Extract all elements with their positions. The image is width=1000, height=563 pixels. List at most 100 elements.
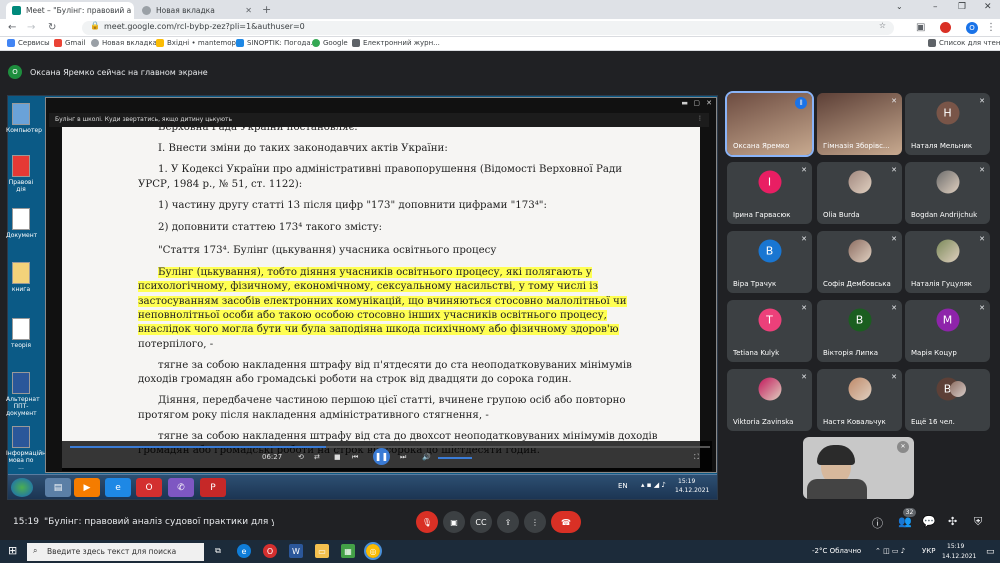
- participant-tile[interactable]: ✕ Bogdan Andrijchuk: [905, 162, 990, 224]
- bookmark-services[interactable]: Сервисы: [7, 39, 50, 47]
- present-button[interactable]: ⇪: [497, 511, 519, 533]
- maximize-button[interactable]: ❐: [958, 2, 966, 12]
- url-bar[interactable]: 🔒 meet.google.com/rcl-bybp-zez?pli=1&aut…: [82, 21, 894, 35]
- desktop-icon-6[interactable]: Інформаційна мова по ...: [6, 426, 50, 471]
- viber-icon[interactable]: ✆: [168, 478, 194, 497]
- minimize-button[interactable]: –: [933, 2, 938, 12]
- bookmark-sinoptik[interactable]: SINOPTIK: Погода...: [236, 39, 317, 47]
- reload-icon[interactable]: ↻: [48, 22, 56, 33]
- close-window-button[interactable]: ✕: [984, 2, 992, 12]
- document-line: внаслідок чого могла бути чи була заподі…: [138, 324, 619, 335]
- reading-list[interactable]: Список для чтения: [928, 39, 1000, 47]
- tray-icons[interactable]: ⌃ ◫ ▭ ♪: [875, 547, 905, 555]
- self-view[interactable]: ✕: [803, 437, 914, 499]
- more-options-button[interactable]: ⋮: [524, 511, 546, 533]
- chat-icon[interactable]: 💬: [922, 515, 936, 528]
- presenter-banner: О Оксана Яремко сейчас на главном экране: [8, 61, 258, 83]
- volume-slider[interactable]: [438, 457, 472, 459]
- participant-tile[interactable]: ✕ Настя Ковальчук: [817, 369, 902, 431]
- windows-start-icon[interactable]: ⊞: [8, 544, 17, 557]
- profile-avatar[interactable]: O: [966, 22, 978, 34]
- back-icon[interactable]: ←: [8, 22, 16, 33]
- host-controls-icon[interactable]: ⛨: [974, 515, 982, 529]
- participant-tile[interactable]: В ✕ Вікторія Липка: [817, 300, 902, 362]
- edge-icon[interactable]: e: [237, 544, 251, 558]
- spreadsheet-icon[interactable]: ▦: [341, 544, 355, 558]
- mic-toggle-button[interactable]: 🎙: [416, 511, 438, 533]
- file-explorer-icon[interactable]: ▭: [315, 544, 329, 558]
- desktop-icon-2[interactable]: Документ: [6, 208, 37, 239]
- explorer-icon[interactable]: ▤: [45, 478, 71, 497]
- fullscreen-icon[interactable]: ⛶: [694, 453, 699, 462]
- participant-tile[interactable]: В ✕ Віра Трачук: [727, 231, 812, 293]
- participant-tile[interactable]: ✕ Наталія Гуцуляк: [905, 231, 990, 293]
- tab-meet[interactable]: Meet – "Булінг: правовий а ● ✕: [6, 2, 134, 19]
- participant-tile[interactable]: В Ещё 16 чел.: [905, 369, 990, 431]
- word-icon[interactable]: W: [289, 544, 303, 558]
- extensions-icon[interactable]: ▣: [916, 22, 925, 33]
- bookmark-google[interactable]: Google: [312, 39, 348, 47]
- pause-button[interactable]: ❚❚: [373, 448, 390, 465]
- desktop-icon-3[interactable]: книга: [6, 262, 36, 293]
- bookmark-newtab[interactable]: Новая вкладка: [91, 39, 157, 47]
- taskbar-search-input[interactable]: ⌕ Введите здесь текст для поиска: [27, 543, 204, 561]
- new-tab-button[interactable]: +: [262, 3, 271, 16]
- next-icon[interactable]: ⏭: [400, 453, 406, 462]
- w7-lang[interactable]: EN: [618, 482, 628, 490]
- participant-tile[interactable]: ✕ Viktoria Zavinska: [727, 369, 812, 431]
- camera-toggle-button[interactable]: ▣: [443, 511, 465, 533]
- captions-button[interactable]: CC: [470, 511, 492, 533]
- bookmark-star-icon[interactable]: ☆: [879, 21, 886, 30]
- media-player-icon[interactable]: ▶: [74, 478, 100, 497]
- document-line: неповнолітньої особи або такою особою ст…: [138, 310, 607, 321]
- participant-avatar: Н: [936, 101, 959, 125]
- bookmark-gmail[interactable]: Gmail: [54, 39, 85, 47]
- forward-icon[interactable]: →: [27, 22, 35, 33]
- menu-kebab-icon[interactable]: ⋮: [986, 22, 996, 33]
- desktop-icon-5[interactable]: Альтернат ППТ-документ: [6, 372, 40, 417]
- desktop-icon-computer[interactable]: Компьютер: [6, 103, 42, 134]
- stop-icon[interactable]: ■: [334, 453, 341, 461]
- participant-tile[interactable]: ✕ Гімназія Зборівс...: [817, 93, 902, 155]
- participant-tile[interactable]: M ✕ Марія Коцур: [905, 300, 990, 362]
- chrome-icon[interactable]: ◎: [364, 542, 382, 560]
- opera-icon[interactable]: O: [263, 544, 277, 558]
- win7-start-icon[interactable]: [11, 478, 33, 497]
- tab-search-icon[interactable]: ⌄: [896, 2, 903, 11]
- weather-text[interactable]: -2°C Облачно: [812, 547, 861, 555]
- progress-track[interactable]: [70, 446, 710, 448]
- activities-icon[interactable]: ✣: [948, 515, 957, 528]
- participant-tile[interactable]: ✕ Olia Burda: [817, 162, 902, 224]
- close-tab-icon[interactable]: ✕: [245, 6, 252, 15]
- participant-photo: [936, 239, 959, 263]
- task-view-icon[interactable]: ⧉: [211, 544, 225, 558]
- shuffle-icon[interactable]: ⇄: [314, 453, 320, 461]
- opera-icon[interactable]: O: [136, 478, 162, 497]
- desktop-icon-4[interactable]: теорія: [6, 318, 36, 349]
- participant-tile[interactable]: T ✕ Tetiana Kulyk: [727, 300, 812, 362]
- player-close-icon[interactable]: ✕: [706, 99, 712, 107]
- ie-icon[interactable]: e: [105, 478, 131, 497]
- mic-off-icon: ✕: [979, 304, 985, 312]
- info-icon[interactable]: ⓘ: [872, 515, 883, 531]
- recording-extension-icon[interactable]: [940, 22, 951, 33]
- player-maximize-icon[interactable]: ▢: [693, 99, 700, 107]
- bookmark-inbox[interactable]: Вхідні • mantemopi...: [156, 39, 245, 47]
- tab-new[interactable]: Новая вкладка ✕: [136, 2, 258, 19]
- participant-tile[interactable]: ⦀ Оксана Яремко: [725, 91, 814, 157]
- participant-tile[interactable]: ✕ Софія Дембовська: [817, 231, 902, 293]
- player-minimize-icon[interactable]: ▬: [681, 99, 688, 107]
- lang-indicator[interactable]: УКР: [922, 547, 935, 555]
- participant-tile[interactable]: Н ✕ Наталя Мельник: [905, 93, 990, 155]
- desktop-icon-1[interactable]: Правові дія: [6, 155, 36, 193]
- notification-icon[interactable]: ▭: [986, 547, 995, 557]
- volume-icon[interactable]: 🔊: [422, 453, 431, 461]
- w7-tray-icons[interactable]: ▴ ▪ ◢ ♪: [641, 481, 666, 489]
- repeat-icon[interactable]: ⟲: [298, 453, 304, 461]
- player-menu-icon[interactable]: ⋮: [697, 115, 703, 122]
- participant-tile[interactable]: I ✕ Ірина Гарвасюк: [727, 162, 812, 224]
- powerpoint-icon[interactable]: P: [200, 478, 226, 497]
- previous-icon[interactable]: ⏮: [352, 453, 358, 462]
- end-call-button[interactable]: ☎: [551, 511, 581, 533]
- bookmark-journal[interactable]: Електронний журн...: [352, 39, 440, 47]
